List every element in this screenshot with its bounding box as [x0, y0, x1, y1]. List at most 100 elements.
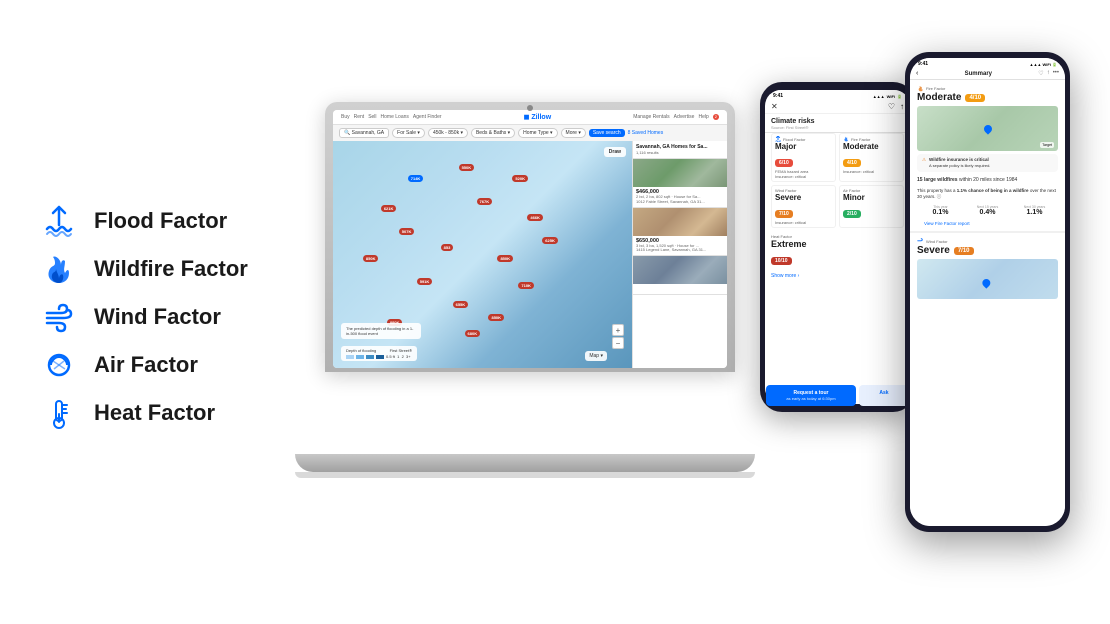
listing-image	[633, 208, 727, 236]
phone2-share-icon[interactable]: ↑	[1047, 70, 1050, 77]
stat-value: 0.1%	[917, 209, 964, 216]
wildfire-factor-item: Wildfire Factor	[40, 250, 300, 288]
flood-risk-sub: FEMA hazard areaInsurance: critical	[775, 169, 832, 179]
phone1-signal: ▲▲▲WiFi🔋	[873, 94, 902, 99]
nav-sell: Sell	[368, 114, 376, 120]
price-pin: 625K	[542, 237, 558, 244]
wind-map-pin	[980, 278, 991, 289]
laptop-nav-right: Manage Rentals Advertise Help 2	[633, 114, 719, 120]
type-filter[interactable]: Home Type ▾	[518, 128, 557, 138]
phone2-nav-icons: ♡ ↑ •••	[1038, 70, 1059, 77]
fire-factor-rating-row: Moderate 4/10	[917, 92, 1058, 103]
map-zoom-controls: + −	[612, 324, 624, 349]
main-container: Flood Factor Wildfire Factor Wind Fac	[0, 0, 1110, 624]
laptop-screen: Buy Rent Sell Home Loans Agent Finder ◼ …	[333, 110, 727, 368]
phone2-heart-icon[interactable]: ♡	[1038, 70, 1043, 77]
climate-risks-title: Climate risks	[771, 118, 904, 125]
zoom-out-btn[interactable]: −	[612, 337, 624, 349]
stat-next-15: Next 15 years 0.4%	[964, 205, 1011, 216]
heat-risk-row: Heat Factor Extreme 10/10	[765, 231, 910, 269]
beds-filter[interactable]: Beds & Baths ▾	[471, 128, 515, 138]
ask-btn[interactable]: Ask	[859, 385, 909, 404]
listing-address: 1415 Legend Lane, Savannah, GA 31...	[636, 248, 724, 253]
wildfire-factor-label: Wildfire Factor	[94, 256, 248, 282]
map-area[interactable]: 714K 550K 520K 621K 767K 507K 466K 850K …	[333, 141, 632, 368]
heat-factor-item: Heat Factor	[40, 394, 300, 432]
wildfire-stats-row: This year 0.1% Next 15 years 0.4% Next 3…	[917, 205, 1058, 216]
notification-badge: 2	[713, 114, 719, 120]
nav-rent: Rent	[354, 114, 365, 120]
stat-value: 0.4%	[964, 209, 1011, 216]
draw-button[interactable]: Draw	[604, 147, 626, 157]
fire-factor-tag: Fire Factor	[917, 85, 1058, 92]
request-tour-sub: as early as today at 6:30pm	[771, 396, 851, 401]
wind-factor-rating: 7/10	[954, 247, 974, 255]
laptop-nav-left: Buy Rent Sell Home Loans Agent Finder	[341, 114, 442, 120]
price-pin: 850K	[363, 255, 379, 262]
listing-image-placeholder	[633, 208, 727, 236]
listings-panel: Savannah, GA Homes for Sa... 1,116 resul…	[632, 141, 727, 368]
listing-info: $650,000 3 bd, 3 ba, 1,520 sqft · House …	[633, 236, 727, 256]
phones-container: 9:41 ▲▲▲WiFi🔋 ✕ ♡ ↑ Climate risks	[760, 52, 1070, 572]
show-more-btn[interactable]: Show more ›	[765, 269, 910, 283]
nav-loans: Home Loans	[381, 114, 409, 120]
phone1-screen: 9:41 ▲▲▲WiFi🔋 ✕ ♡ ↑ Climate risks	[765, 90, 910, 404]
listings-count: 1,116 results	[636, 150, 724, 155]
listing-card[interactable]	[633, 256, 727, 295]
phone2-body: 9:41 ▲▲▲ WiFi 🔋 ‹ Summary ♡ ↑ •••	[905, 52, 1070, 532]
heart-icon[interactable]: ♡	[888, 102, 895, 111]
listing-info	[633, 284, 727, 294]
phone2-screen: 9:41 ▲▲▲ WiFi 🔋 ‹ Summary ♡ ↑ •••	[910, 58, 1065, 526]
back-chevron[interactable]: ‹	[916, 70, 918, 77]
price-pin: 621K	[381, 205, 397, 212]
price-pin: 680K	[465, 330, 481, 337]
risk-items-row1: Flood Factor Major 6/10 FEMA hazard area…	[765, 133, 910, 185]
phone1-actions: ♡ ↑	[888, 102, 904, 111]
air-factor-label: Air Factor	[94, 352, 198, 378]
price-pin: 850K	[488, 314, 504, 321]
heat-icon	[40, 394, 78, 432]
phone2-status-bar: 9:41 ▲▲▲ WiFi 🔋	[910, 58, 1065, 68]
nav-buy: Buy	[341, 114, 350, 120]
fire-risk-col: Fire Factor Moderate 4/10 Insurance: cri…	[839, 133, 904, 182]
summary-content: 9:41 ▲▲▲ WiFi 🔋 ‹ Summary ♡ ↑ •••	[910, 58, 1065, 526]
wind-factor-section: Wind Factor Severe 7/10	[910, 232, 1065, 305]
nav-rentals: Manage Rentals	[633, 114, 669, 120]
saved-homes-link[interactable]: 8 Saved Homes	[628, 130, 664, 136]
map-pin	[982, 123, 993, 134]
wildfires-stat: 15 large wildfires within 20 miles since…	[917, 175, 1058, 186]
listing-card[interactable]: $650,000 3 bd, 3 ba, 1,520 sqft · House …	[633, 208, 727, 257]
search-input[interactable]: 🔍 Savannah, GA	[339, 128, 389, 138]
wind-factor-tag: Wind Factor	[917, 238, 1058, 245]
heat-risk-level: Extreme	[771, 239, 904, 249]
map-type-btn[interactable]: Map ▾	[585, 351, 607, 361]
wildfire-icon	[40, 250, 78, 288]
laptop-container: Buy Rent Sell Home Loans Agent Finder ◼ …	[320, 52, 740, 572]
zoom-in-btn[interactable]: +	[612, 324, 624, 336]
wildfire-warning-sub: A separate policy is likely required.	[929, 163, 990, 169]
for-sale-filter[interactable]: For Sale ▾	[392, 128, 425, 138]
save-search-btn[interactable]: Save search	[589, 129, 625, 137]
more-filter[interactable]: More ▾	[561, 128, 586, 138]
factor-list: Flood Factor Wildfire Factor Wind Fac	[40, 192, 300, 432]
laptop-body: Buy Rent Sell Home Loans Agent Finder ◼ …	[325, 102, 735, 372]
fire-mini-map: Target	[917, 106, 1058, 151]
heat-factor-label: Heat Factor	[94, 400, 215, 426]
listing-address: 1012 Fable Street, Savannah, GA 31...	[636, 200, 724, 205]
air-risk-badge: 2/10	[843, 210, 861, 218]
view-fire-report-link[interactable]: View Fire Factor report	[917, 219, 1058, 228]
laptop-search-bar: 🔍 Savannah, GA For Sale ▾ 450k - 850k ▾ …	[333, 125, 727, 141]
screen-body: 714K 550K 520K 621K 767K 507K 466K 850K …	[333, 141, 727, 368]
price-pin: 853	[441, 244, 454, 251]
phone2-more-icon[interactable]: •••	[1053, 70, 1059, 77]
price-filter[interactable]: 450k - 850k ▾	[428, 128, 468, 138]
close-icon[interactable]: ✕	[771, 103, 778, 111]
request-tour-btn[interactable]: Request a tour as early as today at 6:30…	[766, 385, 856, 404]
listing-card[interactable]: $466,000 2 bd, 2 ba, 802 sqft · House fo…	[633, 159, 727, 208]
map-label: Target	[1040, 142, 1054, 148]
wind-factor-rating-row: Severe 7/10	[917, 245, 1058, 256]
listing-info: $466,000 2 bd, 2 ba, 802 sqft · House fo…	[633, 187, 727, 207]
price-pin: 655K	[453, 301, 469, 308]
share-icon[interactable]: ↑	[900, 102, 904, 111]
flood-factor-item: Flood Factor	[40, 202, 300, 240]
